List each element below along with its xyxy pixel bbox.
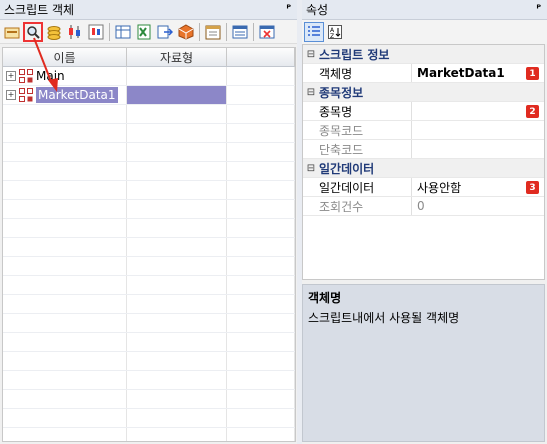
property-name: 객체명 xyxy=(303,64,412,82)
empty-row xyxy=(3,276,295,295)
empty-row xyxy=(3,143,295,162)
categorized-view-icon[interactable] xyxy=(304,22,324,42)
script-object-titlebar: 스크립트 객체 ᴾ xyxy=(0,0,297,20)
column-header-type[interactable]: 자료형 xyxy=(127,48,227,66)
annotation-badge: 3 xyxy=(526,181,539,194)
toolbar-delete-icon[interactable] xyxy=(257,22,277,42)
toolbar-list-icon[interactable] xyxy=(230,22,250,42)
property-row-item-code: 종목코드 xyxy=(303,121,544,140)
description-text: 스크립트내에서 사용될 객체명 xyxy=(308,311,460,325)
row-extra xyxy=(227,67,295,85)
alphabetical-view-icon[interactable]: AZ xyxy=(325,22,345,42)
empty-row xyxy=(3,238,295,257)
toolbar-chart-icon[interactable] xyxy=(2,22,22,42)
collapse-icon[interactable]: ⊟ xyxy=(305,87,317,98)
empty-row xyxy=(3,124,295,143)
toolbar-separator xyxy=(199,22,200,41)
toolbar-excel-icon[interactable] xyxy=(134,22,154,42)
properties-panel: 속성 ᴾ AZ ⊟ 스크립트 정보 객체명 MarketData1 1 ⊟ 종목… xyxy=(302,0,547,444)
empty-row xyxy=(3,428,295,441)
pin-icon[interactable]: ᴾ xyxy=(286,4,291,15)
toolbar-cube-icon[interactable] xyxy=(176,22,196,42)
row-extra xyxy=(227,86,295,104)
category-label: 일간데이터 xyxy=(319,161,375,176)
empty-row xyxy=(3,371,295,390)
empty-row xyxy=(3,257,295,276)
category-item-info[interactable]: ⊟ 종목정보 xyxy=(303,83,544,102)
script-object-panel: 스크립트 객체 ᴾ 이름 자료형 + Main + MarketData1 xyxy=(0,0,297,444)
property-grid: ⊟ 스크립트 정보 객체명 MarketData1 1 ⊟ 종목정보 종목명 2… xyxy=(302,44,545,280)
panel-title: 스크립트 객체 xyxy=(4,3,75,17)
toolbar-separator xyxy=(253,22,254,41)
annotation-badge: 1 xyxy=(526,67,539,80)
property-name: 일간데이터 xyxy=(303,178,412,196)
property-row-object-name[interactable]: 객체명 MarketData1 1 xyxy=(303,64,544,83)
empty-row xyxy=(3,390,295,409)
property-value xyxy=(412,140,544,158)
property-row-short-code: 단축코드 xyxy=(303,140,544,159)
property-row-item-name[interactable]: 종목명 2 xyxy=(303,102,544,121)
property-name: 종목명 xyxy=(303,102,412,120)
empty-row xyxy=(3,352,295,371)
property-name: 조회건수 xyxy=(303,197,412,215)
property-value xyxy=(412,121,544,139)
toolbar-candle-box-icon[interactable] xyxy=(86,22,106,42)
category-label: 종목정보 xyxy=(319,85,364,100)
empty-row xyxy=(3,314,295,333)
empty-row xyxy=(3,295,295,314)
property-value[interactable]: 사용안함 xyxy=(412,178,544,196)
property-value: 0 xyxy=(417,199,425,213)
empty-row xyxy=(3,162,295,181)
empty-row xyxy=(3,219,295,238)
toolbar-calendar-icon[interactable] xyxy=(203,22,223,42)
row-type xyxy=(127,67,227,85)
empty-row xyxy=(3,105,295,124)
property-row-daily-data[interactable]: 일간데이터 사용안함 3 xyxy=(303,178,544,197)
empty-row xyxy=(3,333,295,352)
annotation-arrow xyxy=(33,37,58,92)
property-value[interactable] xyxy=(412,102,544,120)
expand-icon[interactable]: + xyxy=(6,90,16,100)
property-value[interactable]: MarketData1 xyxy=(412,64,544,82)
collapse-icon[interactable]: ⊟ xyxy=(305,163,317,174)
toolbar-export-icon[interactable] xyxy=(155,22,175,42)
pin-icon[interactable]: ᴾ xyxy=(536,4,541,15)
row-type xyxy=(127,86,227,104)
category-label: 스크립트 정보 xyxy=(319,47,390,62)
empty-row xyxy=(3,200,295,219)
properties-toolbar: AZ xyxy=(302,20,547,44)
category-script-info[interactable]: ⊟ 스크립트 정보 xyxy=(303,45,544,64)
script-object-grid: 이름 자료형 + Main + MarketData1 xyxy=(2,47,296,442)
toolbar-separator xyxy=(109,22,110,41)
panel-title: 속성 xyxy=(306,3,329,17)
description-title: 객체명 xyxy=(308,291,342,305)
annotation-badge: 2 xyxy=(526,105,539,118)
property-description: 객체명 스크립트내에서 사용될 객체명 xyxy=(302,284,545,442)
property-row-query-count: 조회건수 0 xyxy=(303,197,544,216)
empty-row xyxy=(3,409,295,428)
column-header-empty xyxy=(227,48,295,66)
toolbar-separator xyxy=(226,22,227,41)
toolbar-table-icon[interactable] xyxy=(113,22,133,42)
properties-titlebar: 속성 ᴾ xyxy=(302,0,547,20)
property-name: 단축코드 xyxy=(303,140,412,158)
expand-icon[interactable]: + xyxy=(6,71,16,81)
svg-text:Z: Z xyxy=(330,33,334,39)
category-daily-data[interactable]: ⊟ 일간데이터 xyxy=(303,159,544,178)
empty-row xyxy=(3,181,295,200)
collapse-icon[interactable]: ⊟ xyxy=(305,49,317,60)
property-name: 종목코드 xyxy=(303,121,412,139)
